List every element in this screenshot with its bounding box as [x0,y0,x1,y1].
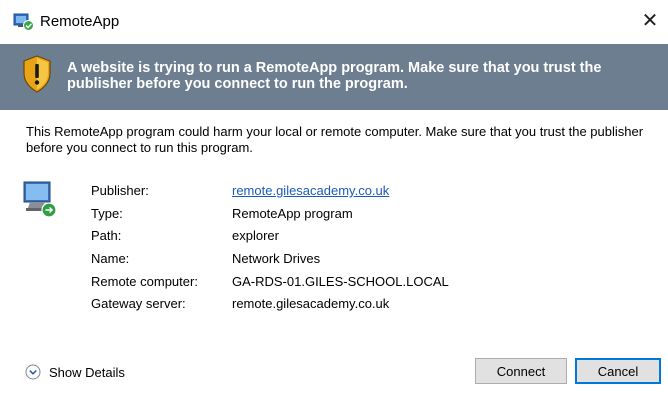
publisher-details: Publisher: remote.gilesacademy.co.uk Typ… [91,180,651,316]
remote-computer-label: Remote computer: [91,273,198,289]
window-title: RemoteApp [40,13,120,30]
detail-row-type: Type: RemoteApp program [91,203,651,226]
banner-message: A website is trying to run a RemoteApp p… [67,60,602,92]
warning-description: This RemoteApp program could harm your l… [26,124,644,155]
remote-computer-icon [23,181,57,218]
path-label: Path: [91,228,122,244]
close-button[interactable]: ✕ [632,6,668,36]
cancel-button[interactable]: Cancel [575,358,661,384]
detail-row-remote-computer: Remote computer: GA-RDS-01.GILES-SCHOOL.… [91,271,651,294]
publisher-link[interactable]: remote.gilesacademy.co.uk [232,180,389,203]
remote-computer-value: GA-RDS-01.GILES-SCHOOL.LOCAL [232,273,449,289]
warning-banner: A website is trying to run a RemoteApp p… [0,44,668,110]
shield-warning-icon [23,55,51,93]
close-icon: ✕ [641,10,659,32]
show-details-toggle[interactable]: Show Details [25,362,125,382]
detail-row-path: Path: explorer [91,225,651,248]
type-value: RemoteApp program [232,205,353,221]
detail-row-name: Name: Network Drives [91,248,651,271]
publisher-label: Publisher: [91,183,149,198]
remoteapp-dialog: RemoteApp ✕ A website is trying to run a… [0,0,668,394]
path-value: explorer [232,228,279,244]
detail-row-gateway-server: Gateway server: remote.gilesacademy.co.u… [91,293,651,316]
gateway-server-label: Gateway server: [91,296,186,312]
show-details-label: Show Details [49,364,125,380]
detail-row-publisher: Publisher: remote.gilesacademy.co.uk [91,180,651,203]
type-label: Type: [91,205,123,221]
name-label: Name: [91,251,130,267]
title-bar: RemoteApp ✕ [0,0,668,44]
chevron-down-circle-icon [25,364,41,380]
remoteapp-icon [13,13,34,31]
gateway-server-value: remote.gilesacademy.co.uk [232,296,390,312]
connect-button[interactable]: Connect [475,358,567,384]
name-value: Network Drives [232,251,321,267]
